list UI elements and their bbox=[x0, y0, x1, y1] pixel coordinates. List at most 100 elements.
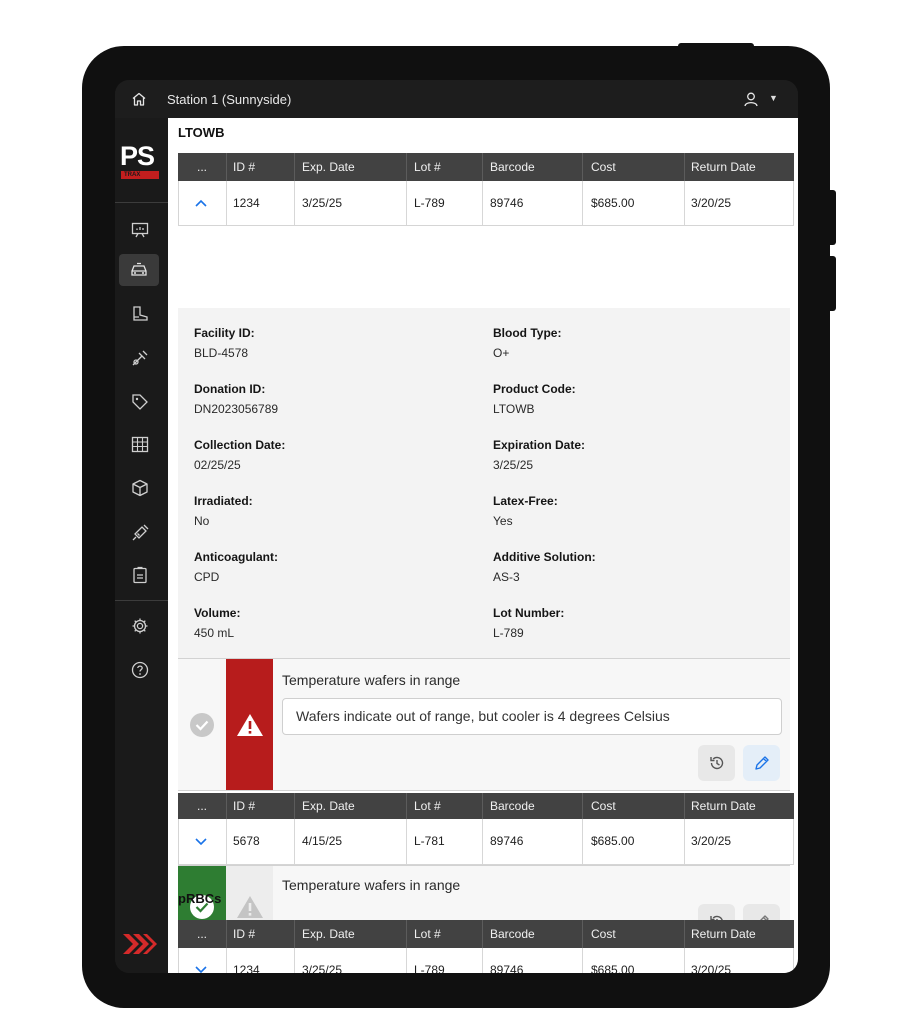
logo: PS TRAX bbox=[120, 142, 160, 182]
help-icon bbox=[131, 661, 149, 679]
gear-icon bbox=[132, 618, 148, 634]
boot-icon bbox=[133, 306, 148, 321]
clipboard-icon bbox=[133, 566, 147, 584]
check-circle-icon[interactable] bbox=[189, 712, 215, 738]
syringe-icon bbox=[132, 524, 149, 541]
blood-type-field: Blood Type: O+ bbox=[493, 326, 562, 360]
cell-lot: L-781 bbox=[414, 834, 445, 848]
warning-status-column bbox=[226, 659, 273, 790]
check-title: Temperature wafers in range bbox=[282, 877, 461, 893]
warning-icon[interactable] bbox=[235, 894, 265, 920]
volume-field: Volume: 450 mL bbox=[194, 606, 241, 640]
cell-cost: $685.00 bbox=[591, 196, 635, 210]
cell-cost: $685.00 bbox=[591, 834, 635, 848]
table-row[interactable]: 1234 3/25/25 L-789 89746 $685.00 3/20/25 bbox=[178, 181, 794, 226]
cell-exp-date: 4/15/25 bbox=[302, 834, 343, 848]
facility-id-field: Facility ID: BLD-4578 bbox=[194, 326, 255, 360]
irradiated-field: Irradiated: No bbox=[194, 494, 253, 528]
col-lot: Lot # bbox=[414, 160, 441, 174]
nav-item-settings[interactable] bbox=[128, 614, 152, 638]
temperature-check-card: Temperature wafers in range Wafers indic… bbox=[178, 658, 790, 791]
cell-barcode: 89746 bbox=[490, 834, 524, 848]
details-panel: Facility ID: BLD-4578 Blood Type: O+ Donat… bbox=[178, 308, 790, 658]
col-exp-date: Exp. Date bbox=[302, 160, 355, 174]
chevron-down-icon[interactable] bbox=[194, 836, 208, 848]
product-code-field: Product Code: LTOWB bbox=[493, 382, 576, 416]
app-screen: Station 1 (Sunnyside) ▼ PS TRAX LTOWB ..… bbox=[115, 80, 798, 973]
nav-item-clipboard[interactable] bbox=[128, 563, 152, 587]
additive-solution-field: Additive Solution: AS-3 bbox=[493, 550, 596, 584]
cell-lot: L-789 bbox=[414, 963, 445, 973]
nav-item-rack[interactable] bbox=[128, 432, 152, 456]
cell-barcode: 89746 bbox=[490, 196, 524, 210]
tablet-volume-up bbox=[827, 190, 836, 245]
nav-item-blood-draw[interactable] bbox=[128, 346, 152, 370]
expand-sidebar-chevrons-icon[interactable] bbox=[121, 932, 157, 956]
check-title: Temperature wafers in range bbox=[282, 672, 461, 688]
nav-item-boots[interactable] bbox=[128, 302, 152, 326]
table-row[interactable]: 1234 3/25/25 L-789 89746 $685.00 3/20/25 bbox=[178, 948, 794, 973]
chevron-down-icon[interactable] bbox=[194, 964, 208, 973]
col-id: ID # bbox=[233, 160, 256, 174]
section-title-ltowb: LTOWB bbox=[178, 125, 225, 140]
cell-return-date: 3/20/25 bbox=[691, 196, 732, 210]
main-content: LTOWB ... ID # Exp. Date Lot # Barcode C… bbox=[168, 118, 798, 973]
cell-exp-date: 3/25/25 bbox=[302, 963, 343, 973]
cell-return-date: 3/20/25 bbox=[691, 963, 732, 973]
rack-icon bbox=[131, 436, 149, 453]
box-icon bbox=[132, 479, 148, 497]
station-name: Station 1 (Sunnyside) bbox=[167, 92, 292, 107]
edit-button[interactable] bbox=[743, 745, 780, 781]
table-row[interactable]: 5678 4/15/25 L-781 89746 $685.00 3/20/25 bbox=[178, 819, 794, 865]
cell-id: 1234 bbox=[233, 196, 260, 210]
cell-barcode: 89746 bbox=[490, 963, 524, 973]
blood-bag-icon bbox=[132, 350, 148, 366]
history-icon bbox=[709, 756, 723, 770]
donation-id-field: Donation ID: DN2023056789 bbox=[194, 382, 279, 416]
warning-icon[interactable] bbox=[235, 712, 265, 738]
nav-divider bbox=[115, 600, 168, 601]
col-barcode: Barcode bbox=[490, 160, 535, 174]
cell-id: 5678 bbox=[233, 834, 260, 848]
col-more: ... bbox=[197, 160, 208, 174]
latex-free-field: Latex-Free: Yes bbox=[493, 494, 558, 528]
section-title-prbcs: pRBCs bbox=[178, 891, 222, 906]
anticoagulant-field: Anticoagulant: CPD bbox=[194, 550, 278, 584]
nav-item-syringe[interactable] bbox=[128, 521, 152, 545]
nav-divider bbox=[115, 202, 168, 203]
lot-number-field: Lot Number: L-789 bbox=[493, 606, 565, 640]
nav-item-help[interactable] bbox=[128, 658, 152, 682]
cell-lot: L-789 bbox=[414, 196, 445, 210]
presentation-icon bbox=[131, 222, 149, 238]
check-status-column bbox=[178, 659, 226, 790]
vehicle-icon bbox=[131, 262, 147, 276]
nav-item-packages[interactable] bbox=[128, 476, 152, 500]
nav-item-vehicle[interactable] bbox=[119, 254, 159, 286]
sidebar: PS TRAX bbox=[115, 118, 168, 973]
table-header: ... ID # Exp. Date Lot # Barcode Cost Re… bbox=[178, 920, 794, 948]
cell-return-date: 3/20/25 bbox=[691, 834, 732, 848]
cell-id: 1234 bbox=[233, 963, 260, 973]
col-cost: Cost bbox=[591, 160, 616, 174]
home-icon[interactable] bbox=[131, 91, 147, 107]
col-return-date: Return Date bbox=[691, 160, 756, 174]
tablet-power-button bbox=[678, 43, 754, 49]
table-header: ... ID # Exp. Date Lot # Barcode Cost Re… bbox=[178, 153, 794, 181]
nav-item-presentation[interactable] bbox=[128, 218, 152, 242]
user-menu-caret-icon[interactable]: ▼ bbox=[769, 93, 778, 103]
check-note-field[interactable]: Wafers indicate out of range, but cooler… bbox=[282, 698, 782, 735]
logo-subtext: TRAX bbox=[121, 171, 159, 179]
table-header: ... ID # Exp. Date Lot # Barcode Cost Re… bbox=[178, 793, 794, 819]
tablet-volume-down bbox=[827, 256, 836, 311]
chevron-up-icon[interactable] bbox=[194, 197, 208, 209]
expiration-date-field: Expiration Date: 3/25/25 bbox=[493, 438, 586, 472]
tag-icon bbox=[132, 394, 148, 410]
cell-cost: $685.00 bbox=[591, 963, 635, 973]
collection-date-field: Collection Date: 02/25/25 bbox=[194, 438, 286, 472]
user-icon[interactable] bbox=[743, 91, 759, 107]
top-bar: Station 1 (Sunnyside) ▼ bbox=[115, 80, 798, 118]
logo-text: PS bbox=[120, 141, 155, 171]
history-button[interactable] bbox=[698, 745, 735, 781]
cell-exp-date: 3/25/25 bbox=[302, 196, 343, 210]
nav-item-tags[interactable] bbox=[128, 390, 152, 414]
